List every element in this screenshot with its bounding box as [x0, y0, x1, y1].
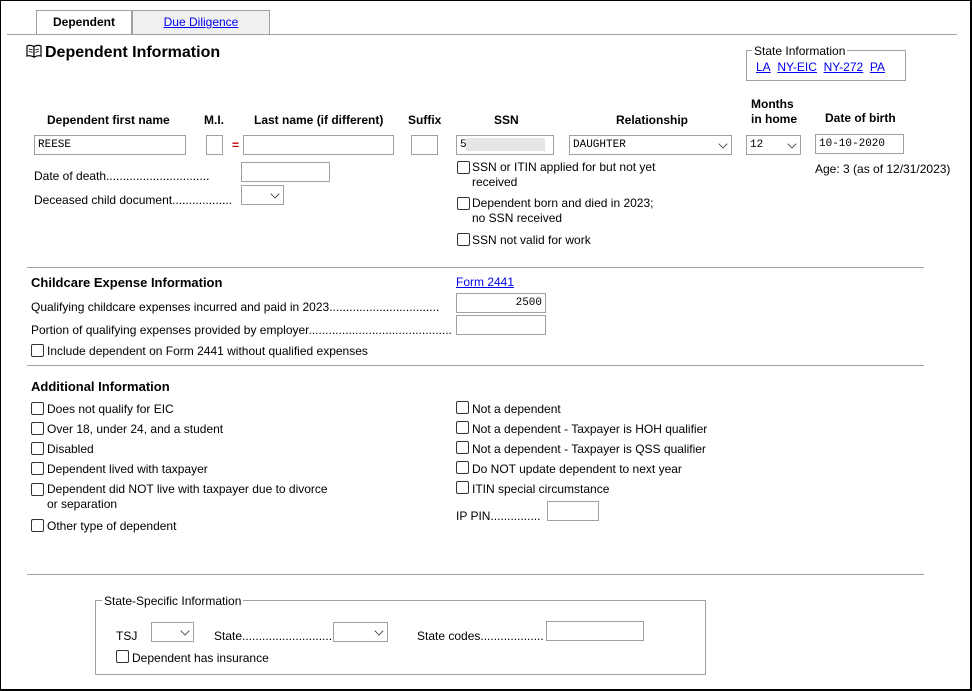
- ssn-applied-checkbox[interactable]: [457, 161, 470, 174]
- tsj-select[interactable]: [151, 622, 194, 642]
- header-mi: M.I.: [204, 113, 224, 127]
- date-of-death-input[interactable]: [241, 162, 330, 182]
- section-divider: [27, 574, 924, 575]
- student-checkbox[interactable]: [31, 422, 44, 435]
- age-note: Age: 3 (as of 12/31/2023): [815, 162, 951, 176]
- lived-with-checkbox[interactable]: [31, 462, 44, 475]
- last-name-input[interactable]: [243, 135, 394, 155]
- chevron-down-icon: [180, 626, 190, 636]
- chevron-down-icon: [374, 626, 384, 636]
- header-in-home: in home: [751, 112, 798, 126]
- mi-input[interactable]: [206, 135, 223, 155]
- divorce-label: Dependent did NOT live with taxpayer due…: [47, 482, 328, 496]
- itin-label: ITIN special circumstance: [472, 482, 610, 496]
- ssn-applied-label: SSN or ITIN applied for but not yet: [472, 160, 656, 174]
- hoh-qualifier-checkbox[interactable]: [456, 421, 469, 434]
- book-icon: [26, 44, 42, 58]
- qss-qualifier-checkbox[interactable]: [456, 441, 469, 454]
- header-dob: Date of birth: [825, 111, 896, 125]
- header-last-name: Last name (if different): [254, 113, 384, 127]
- childcare-title: Childcare Expense Information: [31, 275, 223, 290]
- state-codes-input[interactable]: [546, 621, 644, 641]
- employer-portion-label: Portion of qualifying expenses provided …: [31, 323, 452, 337]
- tsj-label: TSJ: [116, 629, 138, 643]
- disabled-label: Disabled: [47, 442, 94, 456]
- header-first-name: Dependent first name: [47, 113, 170, 127]
- divorce-label-2: or separation: [47, 497, 118, 511]
- first-name-input[interactable]: REESE: [34, 135, 186, 155]
- page-title: Dependent Information: [45, 44, 221, 61]
- last-name-marker: =: [232, 138, 240, 152]
- deceased-doc-select[interactable]: [241, 185, 284, 205]
- state-info-legend: State Information: [752, 44, 848, 58]
- no-eic-checkbox[interactable]: [31, 402, 44, 415]
- header-relationship: Relationship: [616, 113, 689, 127]
- deceased-doc-label: Deceased child document.................…: [34, 193, 233, 207]
- not-dependent-checkbox[interactable]: [456, 401, 469, 414]
- include-2441-checkbox[interactable]: [31, 344, 44, 357]
- ssn-redaction: [466, 138, 545, 151]
- header-suffix: Suffix: [408, 113, 442, 127]
- months-value: 12: [750, 139, 764, 151]
- ip-pin-input[interactable]: [547, 501, 599, 521]
- born-died-checkbox[interactable]: [457, 197, 470, 210]
- suffix-input[interactable]: [411, 135, 438, 155]
- born-died-label-2: no SSN received: [472, 211, 563, 225]
- no-eic-label: Does not qualify for EIC: [47, 402, 174, 416]
- state-link-pa[interactable]: PA: [870, 60, 885, 74]
- state-codes-label: State codes...................: [417, 629, 544, 643]
- tab-dependent-label: Dependent: [52, 15, 115, 29]
- insurance-checkbox[interactable]: [116, 650, 129, 663]
- qss-qualifier-label: Not a dependent - Taxpayer is QSS qualif…: [472, 442, 706, 456]
- disabled-checkbox[interactable]: [31, 442, 44, 455]
- state-label: State...........................: [214, 629, 333, 643]
- relationship-select[interactable]: DAUGHTER: [569, 135, 732, 155]
- divorce-checkbox[interactable]: [31, 483, 44, 496]
- childcare-expenses-input[interactable]: 2500: [456, 293, 546, 313]
- chevron-down-icon: [270, 189, 280, 199]
- hoh-qualifier-label: Not a dependent - Taxpayer is HOH qualif…: [472, 422, 708, 436]
- employer-portion-input[interactable]: [456, 315, 546, 335]
- chevron-down-icon: [718, 139, 728, 149]
- ssn-not-valid-label: SSN not valid for work: [472, 233, 591, 247]
- born-died-label: Dependent born and died in 2023;: [472, 196, 654, 210]
- relationship-value: DAUGHTER: [573, 139, 626, 151]
- header-ssn: SSN: [494, 113, 519, 127]
- date-of-death-label: Date of death...........................…: [34, 169, 210, 183]
- months-select[interactable]: 12: [746, 135, 801, 155]
- state-link-ny-eic[interactable]: NY-EIC: [777, 60, 817, 74]
- section-divider: [27, 365, 924, 366]
- lived-with-label: Dependent lived with taxpayer: [47, 462, 208, 476]
- tab-due-diligence[interactable]: Due Diligence: [132, 10, 270, 34]
- tab-strip-line: [7, 34, 957, 35]
- not-dependent-label: Not a dependent: [472, 402, 561, 416]
- other-type-label: Other type of dependent: [47, 519, 177, 533]
- tab-dependent[interactable]: Dependent: [36, 10, 132, 35]
- insurance-label: Dependent has insurance: [132, 651, 269, 665]
- additional-title: Additional Information: [31, 379, 170, 394]
- chevron-down-icon: [787, 139, 797, 149]
- form-2441-link[interactable]: Form 2441: [456, 275, 514, 289]
- other-type-checkbox[interactable]: [31, 519, 44, 532]
- student-label: Over 18, under 24, and a student: [47, 422, 224, 436]
- state-link-la[interactable]: LA: [756, 60, 771, 74]
- dob-input[interactable]: 10-10-2020: [815, 134, 904, 154]
- ssn-applied-label-2: received: [472, 175, 518, 189]
- no-update-label: Do NOT update dependent to next year: [472, 462, 682, 476]
- ip-pin-label: IP PIN...............: [456, 509, 541, 523]
- include-2441-label: Include dependent on Form 2441 without q…: [47, 344, 368, 358]
- itin-checkbox[interactable]: [456, 481, 469, 494]
- header-months: Months: [751, 97, 794, 111]
- state-specific-legend: State-Specific Information: [102, 594, 244, 608]
- tab-due-diligence-label[interactable]: Due Diligence: [164, 15, 239, 29]
- state-info-links: LA NY-EIC NY-272 PA: [756, 60, 885, 74]
- childcare-expenses-label: Qualifying childcare expenses incurred a…: [31, 300, 440, 314]
- ssn-not-valid-checkbox[interactable]: [457, 233, 470, 246]
- state-link-ny-272[interactable]: NY-272: [824, 60, 864, 74]
- no-update-checkbox[interactable]: [456, 461, 469, 474]
- state-select[interactable]: [333, 622, 388, 642]
- section-divider: [27, 267, 924, 268]
